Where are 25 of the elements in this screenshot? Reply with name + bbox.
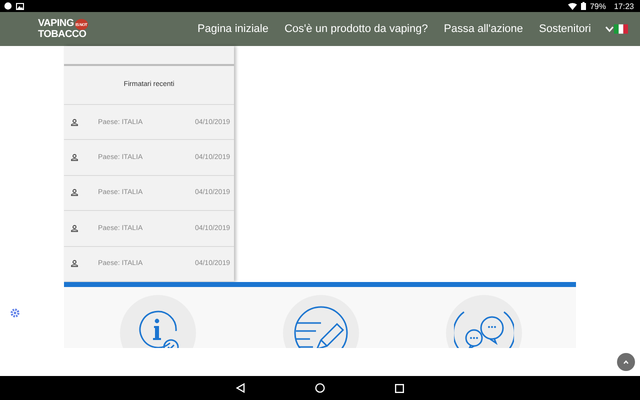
- chevron-down-icon[interactable]: [605, 26, 614, 32]
- logo-text: VAPING: [38, 19, 74, 29]
- chevron-up-icon: [623, 360, 629, 364]
- logo-text: TOBACCO: [38, 30, 88, 40]
- image-notification-icon: [16, 2, 24, 10]
- settings-icon[interactable]: [10, 308, 20, 318]
- menu-link[interactable]: Sostenitori: [539, 23, 591, 35]
- battery-icon: [580, 2, 586, 10]
- person-icon: [71, 189, 78, 196]
- person-icon: [71, 224, 78, 232]
- menu-link[interactable]: Cos'è un prodotto da vaping?: [284, 23, 428, 35]
- scroll-top-button[interactable]: [617, 353, 635, 371]
- person-icon: [71, 118, 78, 126]
- menu-link[interactable]: Passa all'azione: [444, 23, 524, 35]
- recents-icon[interactable]: [395, 384, 404, 392]
- battery-percentage: 79%: [590, 2, 606, 10]
- home-icon[interactable]: [315, 383, 325, 393]
- clock: 17:23: [614, 2, 634, 10]
- petition-pen-icon: [292, 305, 348, 348]
- back-icon[interactable]: [236, 383, 245, 393]
- person-icon: [71, 154, 78, 161]
- flag-icon[interactable]: [614, 24, 628, 34]
- person-icon: [71, 260, 78, 268]
- menu-link[interactable]: Pagina iniziale: [198, 23, 268, 35]
- wifi-icon: [568, 2, 577, 10]
